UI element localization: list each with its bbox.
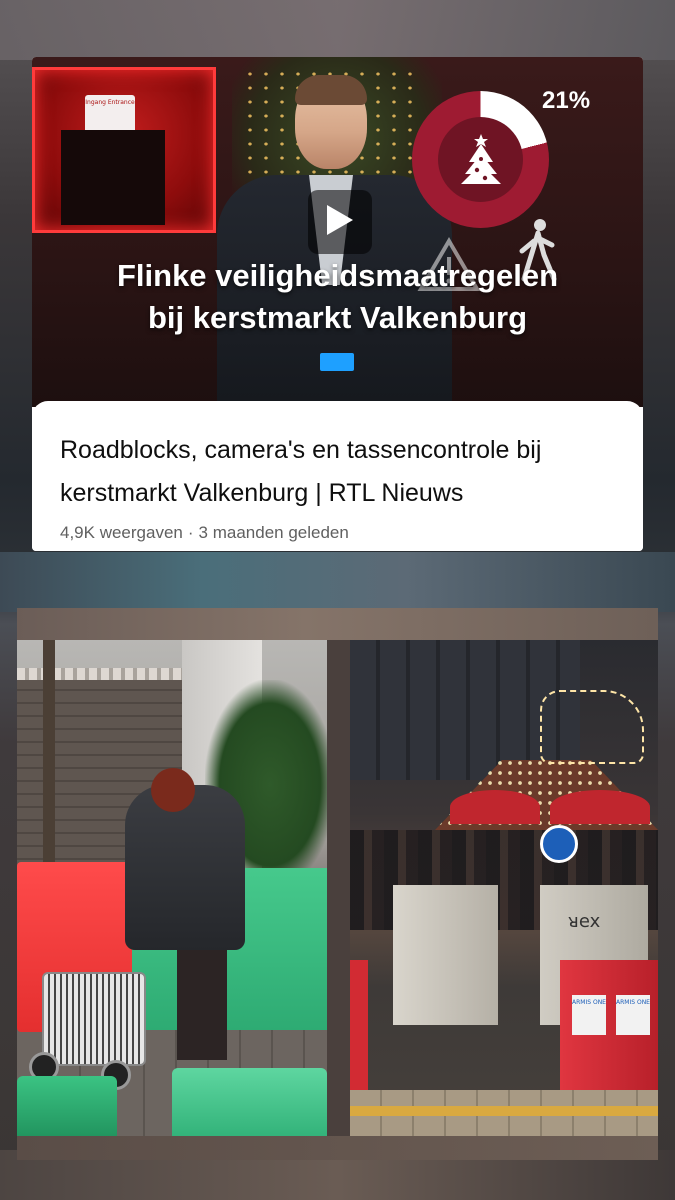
red-barrier-left: [350, 960, 368, 1100]
play-button[interactable]: [308, 190, 372, 254]
headline-line-2: bij kerstmarkt Valkenburg: [147, 300, 528, 335]
light-sleigh: [540, 690, 644, 764]
christmas-tree-icon: [438, 117, 523, 202]
entrance-door: [61, 130, 165, 225]
green-block-front-left: [17, 1076, 117, 1136]
stat-percent: 21%: [542, 87, 591, 114]
play-icon: [325, 203, 355, 241]
barrier-label-text: ARMIS ONE: [572, 999, 606, 1006]
video-meta: 4,9K weergaven · 3 maanden geleden: [60, 523, 349, 543]
green-block-front-right: [172, 1068, 327, 1136]
red-umbrella: [550, 790, 650, 824]
collage-top-strip: [17, 608, 658, 640]
video-thumbnail[interactable]: Ingang Entrance 21% Flinke veiligheidsma…: [32, 57, 643, 407]
video-card[interactable]: Ingang Entrance 21% Flinke veiligheidsma…: [32, 57, 643, 551]
woman-legs: [177, 945, 227, 1060]
view-count: 4,9K weergaven: [60, 523, 183, 542]
barrier-label-text: ARMIS ONE: [616, 999, 650, 1006]
headline-line-1: Flinke veiligheidsmaatregelen: [116, 258, 559, 293]
microphone: [320, 353, 354, 371]
entrance-sign: Ingang Entrance: [85, 95, 135, 133]
photo-christmas-market-barriers[interactable]: ᴚex ARMIS ONE ARMIS ONE: [350, 640, 658, 1136]
photo-collage: ᴚex ARMIS ONE ARMIS ONE: [17, 608, 658, 1160]
tree-trunk: [43, 640, 55, 900]
shopping-walker: [42, 972, 146, 1066]
thumbnail-headline: Flinke veiligheidsmaatregelen bij kerstm…: [32, 255, 643, 339]
upload-age: 3 maanden geleden: [198, 523, 349, 542]
reporter-hair: [295, 75, 367, 105]
photo-woman-with-walker[interactable]: [17, 640, 327, 1136]
meta-separator: ·: [187, 523, 194, 542]
pedestrian-sign-icon: [540, 825, 578, 863]
video-title[interactable]: Roadblocks, camera's en tassencontrole b…: [60, 429, 630, 515]
barrier-label: ARMIS ONE: [616, 995, 650, 1035]
donut-hole: [438, 117, 523, 202]
concrete-block-left: [393, 885, 498, 1025]
woman-coat: [125, 785, 245, 950]
stat-donut-chart: [412, 91, 549, 228]
background-blur-middle: [0, 552, 675, 612]
graffiti: ᴚex: [568, 911, 601, 932]
background-blur-top: [0, 0, 675, 60]
video-info[interactable]: Roadblocks, camera's en tassencontrole b…: [32, 401, 643, 551]
collage-bottom-strip: [17, 1136, 658, 1160]
market-entrance: Ingang Entrance: [32, 67, 216, 233]
red-umbrella: [450, 790, 540, 824]
woman-head: [151, 768, 195, 812]
barrier-label: ARMIS ONE: [572, 995, 606, 1035]
tactile-strip: [350, 1106, 658, 1116]
